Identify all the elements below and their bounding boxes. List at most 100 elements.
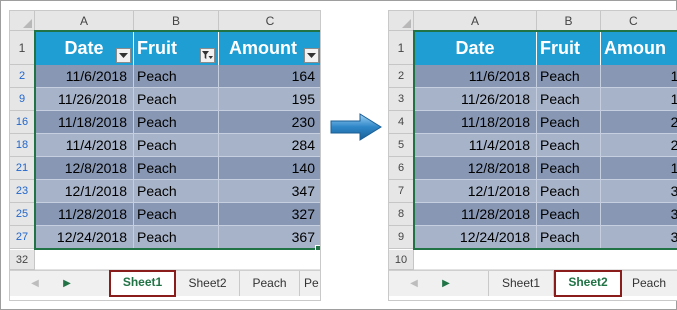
cell-fruit[interactable]: Peach <box>134 203 219 226</box>
column-header-a[interactable]: A <box>35 11 134 31</box>
cell-amount[interactable]: 327 <box>219 203 320 226</box>
cell-fruit[interactable]: Peach <box>134 226 219 249</box>
cell-amount[interactable]: 164 <box>601 65 677 88</box>
filter-dropdown-icon <box>119 53 128 58</box>
column-header-b[interactable]: B <box>537 11 601 31</box>
row-header[interactable]: 18 <box>10 134 35 157</box>
row-header[interactable]: 7 <box>389 180 414 203</box>
cell-date[interactable]: 11/18/2018 <box>35 111 134 134</box>
row-header[interactable]: 10 <box>389 250 414 270</box>
cell-amount[interactable]: 347 <box>219 180 320 203</box>
cell-fruit[interactable]: Peach <box>537 134 601 157</box>
cell-fruit[interactable]: Peach <box>134 157 219 180</box>
row-header[interactable]: 21 <box>10 157 35 180</box>
row-header[interactable]: 2 <box>10 65 35 88</box>
row-header[interactable]: 32 <box>10 250 35 270</box>
cell-date[interactable]: 11/4/2018 <box>35 134 134 157</box>
sheet-tab-bar: ◀ ▶ Sheet1 Sheet2 Peach <box>389 270 677 297</box>
row-header[interactable]: 9 <box>389 226 414 249</box>
cell-amount[interactable]: 164 <box>219 65 320 88</box>
tab-scroll-left-icon[interactable]: ◀ <box>30 278 40 290</box>
row-header[interactable]: 25 <box>10 203 35 226</box>
column-header-c[interactable]: C <box>601 11 677 31</box>
column-header-c[interactable]: C <box>219 11 320 31</box>
cell-fruit[interactable]: Peach <box>537 157 601 180</box>
cell-fruit[interactable]: Peach <box>134 65 219 88</box>
tab-partial[interactable]: Pe <box>300 271 320 296</box>
cell-amount[interactable]: 140 <box>601 157 677 180</box>
cell-fruit[interactable]: Peach <box>134 111 219 134</box>
tab-sheet2[interactable]: Sheet2 <box>176 271 240 296</box>
cell-fruit[interactable]: Peach <box>537 226 601 249</box>
row-header[interactable]: 27 <box>10 226 35 249</box>
cell-date[interactable]: 12/1/2018 <box>414 180 537 203</box>
filter-dropdown-button[interactable] <box>116 48 131 63</box>
cell-date[interactable]: 11/18/2018 <box>414 111 537 134</box>
row-header[interactable]: 9 <box>10 88 35 111</box>
left-worksheet: A B C 1 Date Fruit Amount 2 11/6/2018 Peac… <box>9 10 321 301</box>
cell-amount[interactable]: 284 <box>219 134 320 157</box>
cell-fruit[interactable]: Peach <box>537 65 601 88</box>
cell-amount[interactable]: 327 <box>601 203 677 226</box>
cell-date[interactable]: 11/28/2018 <box>35 203 134 226</box>
cell-date[interactable]: 12/8/2018 <box>414 157 537 180</box>
cell-date[interactable]: 11/6/2018 <box>414 65 537 88</box>
tab-scroll-left-icon[interactable]: ◀ <box>409 278 419 290</box>
cell-fruit[interactable]: Peach <box>134 134 219 157</box>
cell-date[interactable]: 11/28/2018 <box>414 203 537 226</box>
cell-fruit[interactable]: Peach <box>134 180 219 203</box>
cell-amount[interactable]: 195 <box>601 88 677 111</box>
cell-date[interactable]: 12/1/2018 <box>35 180 134 203</box>
cell-fruit[interactable]: Peach <box>134 88 219 111</box>
cell-amount[interactable]: 347 <box>601 180 677 203</box>
cell-date[interactable]: 12/24/2018 <box>35 226 134 249</box>
fill-handle[interactable] <box>315 245 320 251</box>
header-cell-amount[interactable]: Amoun <box>601 31 677 65</box>
cell-date[interactable]: 11/6/2018 <box>35 65 134 88</box>
cell-date[interactable]: 12/24/2018 <box>414 226 537 249</box>
cell-fruit[interactable]: Peach <box>537 88 601 111</box>
cell-amount[interactable]: 367 <box>601 226 677 249</box>
cell-date[interactable]: 11/4/2018 <box>414 134 537 157</box>
cell-amount[interactable]: 367 <box>219 226 320 249</box>
row-header[interactable]: 6 <box>389 157 414 180</box>
filter-active-button[interactable] <box>200 48 215 63</box>
cell-fruit[interactable]: Peach <box>537 111 601 134</box>
tab-peach[interactable]: Peach <box>240 271 300 296</box>
tab-scroll-right-icon[interactable]: ▶ <box>441 278 451 290</box>
row-header[interactable]: 2 <box>389 65 414 88</box>
filter-dropdown-icon <box>307 53 316 58</box>
empty-row[interactable] <box>35 250 320 270</box>
row-header[interactable]: 4 <box>389 111 414 134</box>
empty-row[interactable] <box>414 250 677 270</box>
cell-amount[interactable]: 284 <box>601 134 677 157</box>
cell-amount[interactable]: 195 <box>219 88 320 111</box>
cell-fruit[interactable]: Peach <box>537 180 601 203</box>
tab-peach[interactable]: Peach <box>622 271 677 296</box>
tab-scroll-right-icon[interactable]: ▶ <box>62 278 72 290</box>
row-header[interactable]: 5 <box>389 134 414 157</box>
tab-sheet1[interactable]: Sheet1 <box>109 270 176 297</box>
cell-fruit[interactable]: Peach <box>537 203 601 226</box>
row-header[interactable]: 16 <box>10 111 35 134</box>
filter-dropdown-button[interactable] <box>304 48 319 63</box>
cell-date[interactable]: 11/26/2018 <box>414 88 537 111</box>
row-header[interactable]: 23 <box>10 180 35 203</box>
select-all-corner[interactable] <box>10 11 35 31</box>
tab-sheet1[interactable]: Sheet1 <box>488 271 554 296</box>
column-header-b[interactable]: B <box>134 11 219 31</box>
row-header[interactable]: 8 <box>389 203 414 226</box>
row-header[interactable]: 1 <box>389 31 414 65</box>
column-header-a[interactable]: A <box>414 11 537 31</box>
header-cell-fruit[interactable]: Fruit <box>537 31 601 65</box>
select-all-corner[interactable] <box>389 11 414 31</box>
cell-date[interactable]: 12/8/2018 <box>35 157 134 180</box>
cell-amount[interactable]: 140 <box>219 157 320 180</box>
cell-amount[interactable]: 230 <box>601 111 677 134</box>
cell-amount[interactable]: 230 <box>219 111 320 134</box>
tab-sheet2[interactable]: Sheet2 <box>554 270 622 297</box>
cell-date[interactable]: 11/26/2018 <box>35 88 134 111</box>
header-cell-date[interactable]: Date <box>414 31 537 65</box>
row-header[interactable]: 3 <box>389 88 414 111</box>
row-header[interactable]: 1 <box>10 31 35 65</box>
